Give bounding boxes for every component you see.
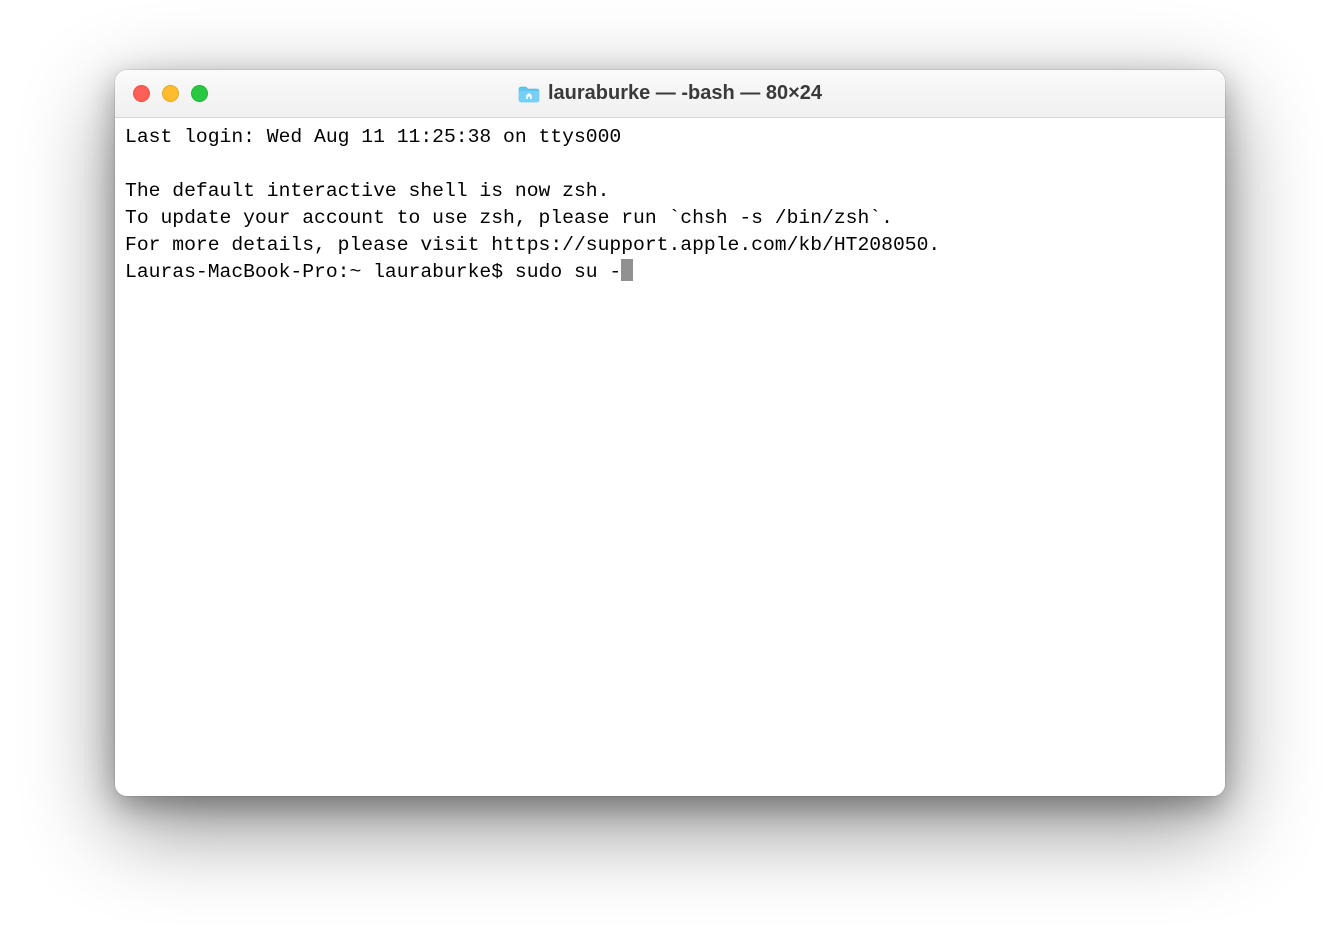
maximize-button[interactable] [191,85,208,102]
terminal-line: The default interactive shell is now zsh… [125,180,609,202]
home-folder-icon [518,85,540,103]
terminal-prompt: Lauras-MacBook-Pro:~ lauraburke$ [125,261,515,283]
terminal-window: lauraburke — -bash — 80×24 Last login: W… [115,70,1225,796]
minimize-button[interactable] [162,85,179,102]
terminal-line: For more details, please visit https://s… [125,234,940,256]
terminal-content[interactable]: Last login: Wed Aug 11 11:25:38 on ttys0… [115,118,1225,796]
terminal-line: To update your account to use zsh, pleas… [125,207,893,229]
window-titlebar[interactable]: lauraburke — -bash — 80×24 [115,70,1225,118]
terminal-cursor [621,259,633,281]
terminal-line: Last login: Wed Aug 11 11:25:38 on ttys0… [125,126,621,148]
title-center: lauraburke — -bash — 80×24 [115,82,1225,105]
traffic-lights [115,85,208,102]
window-title: lauraburke — -bash — 80×24 [548,82,822,105]
terminal-command-input[interactable]: sudo su - [515,261,621,283]
close-button[interactable] [133,85,150,102]
